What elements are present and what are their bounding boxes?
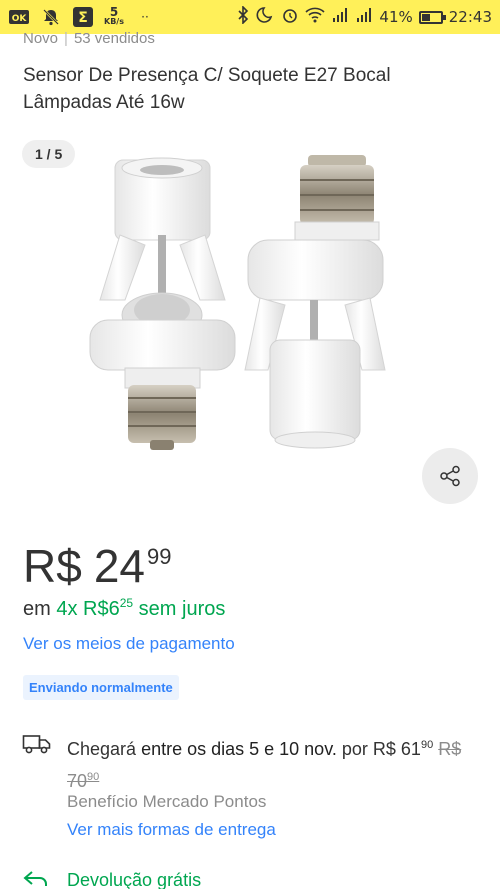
share-icon: [440, 465, 460, 487]
signal-1-icon: [331, 7, 349, 27]
condition-label: Novo: [23, 30, 59, 47]
price-currency: R$: [23, 540, 82, 592]
installments-prefix: em: [23, 598, 51, 620]
price-cents: 99: [146, 544, 172, 569]
meta-separator: |: [64, 30, 68, 47]
battery-icon: [418, 10, 446, 24]
svg-text:OK: OK: [12, 14, 28, 24]
shipping-price: R$ 6190: [372, 739, 434, 759]
more-dots-icon: ··: [141, 10, 149, 24]
payment-methods-link[interactable]: Ver os meios de pagamento: [23, 634, 235, 654]
signal-2-icon: [355, 7, 373, 27]
battery-percent: 41%: [379, 8, 413, 26]
status-bar: OK Σ 5 KB/s ·· 41% 22:43: [0, 0, 500, 34]
installments-cents: 25: [119, 596, 134, 610]
shipping-status-badge: Enviando normalmente: [23, 675, 179, 700]
dnd-moon-icon: [255, 6, 275, 28]
image-counter: 1 / 5: [22, 140, 76, 168]
truck-icon: [22, 733, 52, 755]
alarm-icon: [281, 6, 299, 28]
installments-count: 4x: [56, 598, 78, 620]
bluetooth-icon: [237, 5, 249, 28]
return-arrow-icon: [22, 868, 50, 889]
ok-icon: OK: [8, 7, 30, 27]
price-integer: 24: [93, 540, 145, 592]
price: R$ 24 99: [23, 541, 171, 591]
delivery-prefix: Chegará: [67, 739, 137, 759]
svg-text:Σ: Σ: [78, 10, 88, 26]
product-title: Sensor De Presença C/ Soquete E27 Bocal …: [23, 65, 391, 113]
installments: em 4x R$625 sem juros: [23, 596, 225, 621]
image-gallery[interactable]: 1 / 5: [0, 135, 500, 510]
delivery-dates: entre os dias 5 e 10 nov.: [141, 739, 337, 759]
installments-suffix: sem juros: [138, 598, 226, 620]
more-delivery-options-link[interactable]: Ver mais formas de entrega: [67, 820, 276, 840]
delivery-estimate: Chegará entre os dias 5 e 10 nov. por R$…: [67, 731, 477, 795]
wifi-icon: [305, 7, 325, 27]
share-button[interactable]: [422, 448, 478, 504]
sigma-app-icon: Σ: [72, 7, 94, 27]
notification-muted-icon: [40, 7, 62, 27]
installments-integer: 6: [108, 598, 120, 620]
mercado-pontos-benefit: Benefício Mercado Pontos: [67, 792, 267, 811]
product-image[interactable]: [70, 140, 430, 505]
clock: 22:43: [448, 8, 492, 26]
delivery-por: por: [341, 739, 368, 759]
installments-currency: R$: [83, 598, 109, 620]
product-meta: Novo | 53 vendidos: [23, 30, 155, 47]
free-return-link[interactable]: Devolução grátis: [67, 870, 201, 889]
sold-count: 53 vendidos: [73, 30, 155, 47]
network-speed: 5 KB/s: [104, 5, 124, 26]
